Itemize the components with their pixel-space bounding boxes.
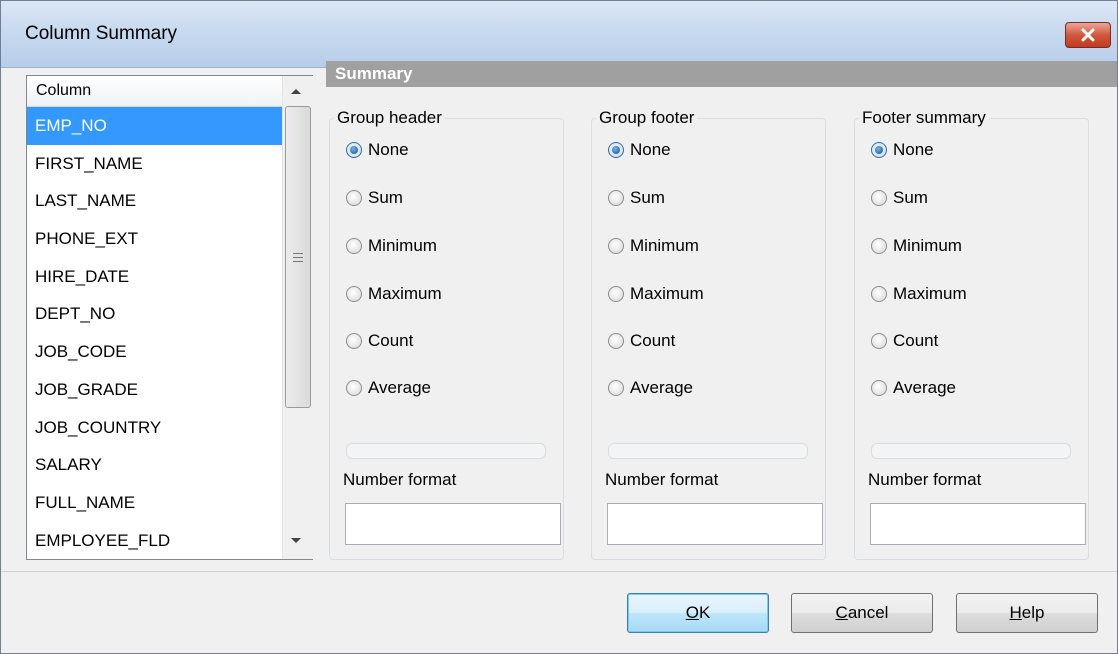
- list-item[interactable]: EMP_NO: [27, 107, 282, 145]
- cancel-accel: C: [835, 603, 848, 622]
- radio-label: Average: [893, 378, 957, 397]
- radio-button[interactable]: [608, 238, 624, 254]
- separator: [871, 443, 1071, 459]
- radio-label: Minimum: [893, 236, 962, 255]
- list-item[interactable]: SALARY: [27, 446, 282, 484]
- group-header-groupbox: Group header None Sum Minimum Maximum Co…: [329, 108, 564, 560]
- column-list[interactable]: Column EMP_NO FIRST_NAME LAST_NAME PHONE…: [26, 75, 313, 560]
- list-item[interactable]: FIRST_NAME: [27, 145, 282, 183]
- window-title: Column Summary: [25, 23, 178, 44]
- footer-summary-groupbox: Footer summary None Sum Minimum Maximum …: [854, 108, 1089, 560]
- list-item[interactable]: DEPT_NO: [27, 295, 282, 333]
- radio-button[interactable]: [871, 380, 887, 396]
- radio-button[interactable]: [608, 142, 624, 158]
- separator: [608, 443, 808, 459]
- ok-accel: O: [685, 603, 699, 622]
- group-footer-groupbox: Group footer None Sum Minimum Maximum Co…: [591, 108, 826, 560]
- cancel-button[interactable]: Cancel: [791, 593, 933, 633]
- list-item[interactable]: HIRE_DATE: [27, 258, 282, 296]
- radio-label: Minimum: [630, 236, 699, 255]
- scroll-up-icon[interactable]: [291, 89, 301, 94]
- ok-label: K: [698, 603, 711, 622]
- cancel-label: ancel: [847, 603, 889, 622]
- radio-button[interactable]: [871, 190, 887, 206]
- number-format-label: Number format: [868, 470, 982, 489]
- radio-button[interactable]: [871, 238, 887, 254]
- radio-button[interactable]: [871, 333, 887, 349]
- radio-label: Count: [630, 331, 676, 350]
- list-item[interactable]: JOB_COUNTRY: [27, 409, 282, 447]
- close-icon: [1081, 28, 1095, 42]
- column-list-scrollbar[interactable]: [282, 76, 313, 559]
- help-accel: H: [1009, 603, 1022, 622]
- number-format-input[interactable]: [345, 503, 561, 545]
- radio-button[interactable]: [871, 142, 887, 158]
- title-bar: Column Summary: [1, 1, 1117, 68]
- radio-button[interactable]: [608, 380, 624, 396]
- help-label: elp: [1021, 603, 1045, 622]
- scrollbar-grip-icon: [293, 253, 303, 265]
- radio-button[interactable]: [346, 333, 362, 349]
- column-header-label: Column: [36, 82, 92, 99]
- radio-button[interactable]: [871, 286, 887, 302]
- radio-label: Average: [368, 378, 432, 397]
- separator: [346, 443, 546, 459]
- radio-button[interactable]: [346, 380, 362, 396]
- radio-label: Sum: [893, 188, 928, 207]
- number-format-input[interactable]: [607, 503, 823, 545]
- column-items: EMP_NO FIRST_NAME LAST_NAME PHONE_EXT HI…: [27, 107, 282, 559]
- radio-label: Sum: [368, 188, 403, 207]
- list-item[interactable]: JOB_CODE: [27, 333, 282, 371]
- number-format-input[interactable]: [870, 503, 1086, 545]
- help-button[interactable]: Help: [956, 593, 1098, 633]
- list-item[interactable]: FULL_NAME: [27, 484, 282, 522]
- radio-label: Average: [630, 378, 694, 397]
- radio-button[interactable]: [346, 190, 362, 206]
- radio-label: Sum: [630, 188, 665, 207]
- radio-label: None: [368, 140, 409, 159]
- radio-label: Maximum: [630, 284, 704, 303]
- radio-label: Maximum: [368, 284, 442, 303]
- radio-label: Maximum: [893, 284, 967, 303]
- footer-divider: [1, 571, 1117, 572]
- footer-summary-title: Footer summary: [859, 108, 989, 128]
- radio-label: Count: [893, 331, 939, 350]
- list-item[interactable]: LAST_NAME: [27, 182, 282, 220]
- summary-title: Summary: [335, 64, 413, 83]
- radio-button[interactable]: [346, 286, 362, 302]
- radio-label: None: [630, 140, 671, 159]
- scroll-down-icon[interactable]: [291, 538, 301, 543]
- list-item[interactable]: PHONE_EXT: [27, 220, 282, 258]
- column-list-header: Column: [27, 76, 282, 107]
- summary-header: Summary: [326, 61, 1117, 87]
- radio-button[interactable]: [608, 333, 624, 349]
- radio-button[interactable]: [346, 142, 362, 158]
- list-item[interactable]: JOB_GRADE: [27, 371, 282, 409]
- radio-label: None: [893, 140, 934, 159]
- number-format-label: Number format: [605, 470, 719, 489]
- list-item[interactable]: EMPLOYEE_FLD: [27, 522, 282, 560]
- radio-button[interactable]: [608, 286, 624, 302]
- radio-label: Minimum: [368, 236, 437, 255]
- group-footer-title: Group footer: [596, 108, 698, 128]
- column-summary-dialog: Column Summary Column EMP_NO FIRST_NAME …: [0, 0, 1118, 654]
- scrollbar-thumb[interactable]: [285, 106, 311, 408]
- radio-button[interactable]: [608, 190, 624, 206]
- ok-button[interactable]: OK: [627, 593, 769, 633]
- radio-button[interactable]: [346, 238, 362, 254]
- radio-label: Count: [368, 331, 414, 350]
- group-header-title: Group header: [334, 108, 445, 128]
- number-format-label: Number format: [343, 470, 457, 489]
- close-button[interactable]: [1065, 22, 1111, 48]
